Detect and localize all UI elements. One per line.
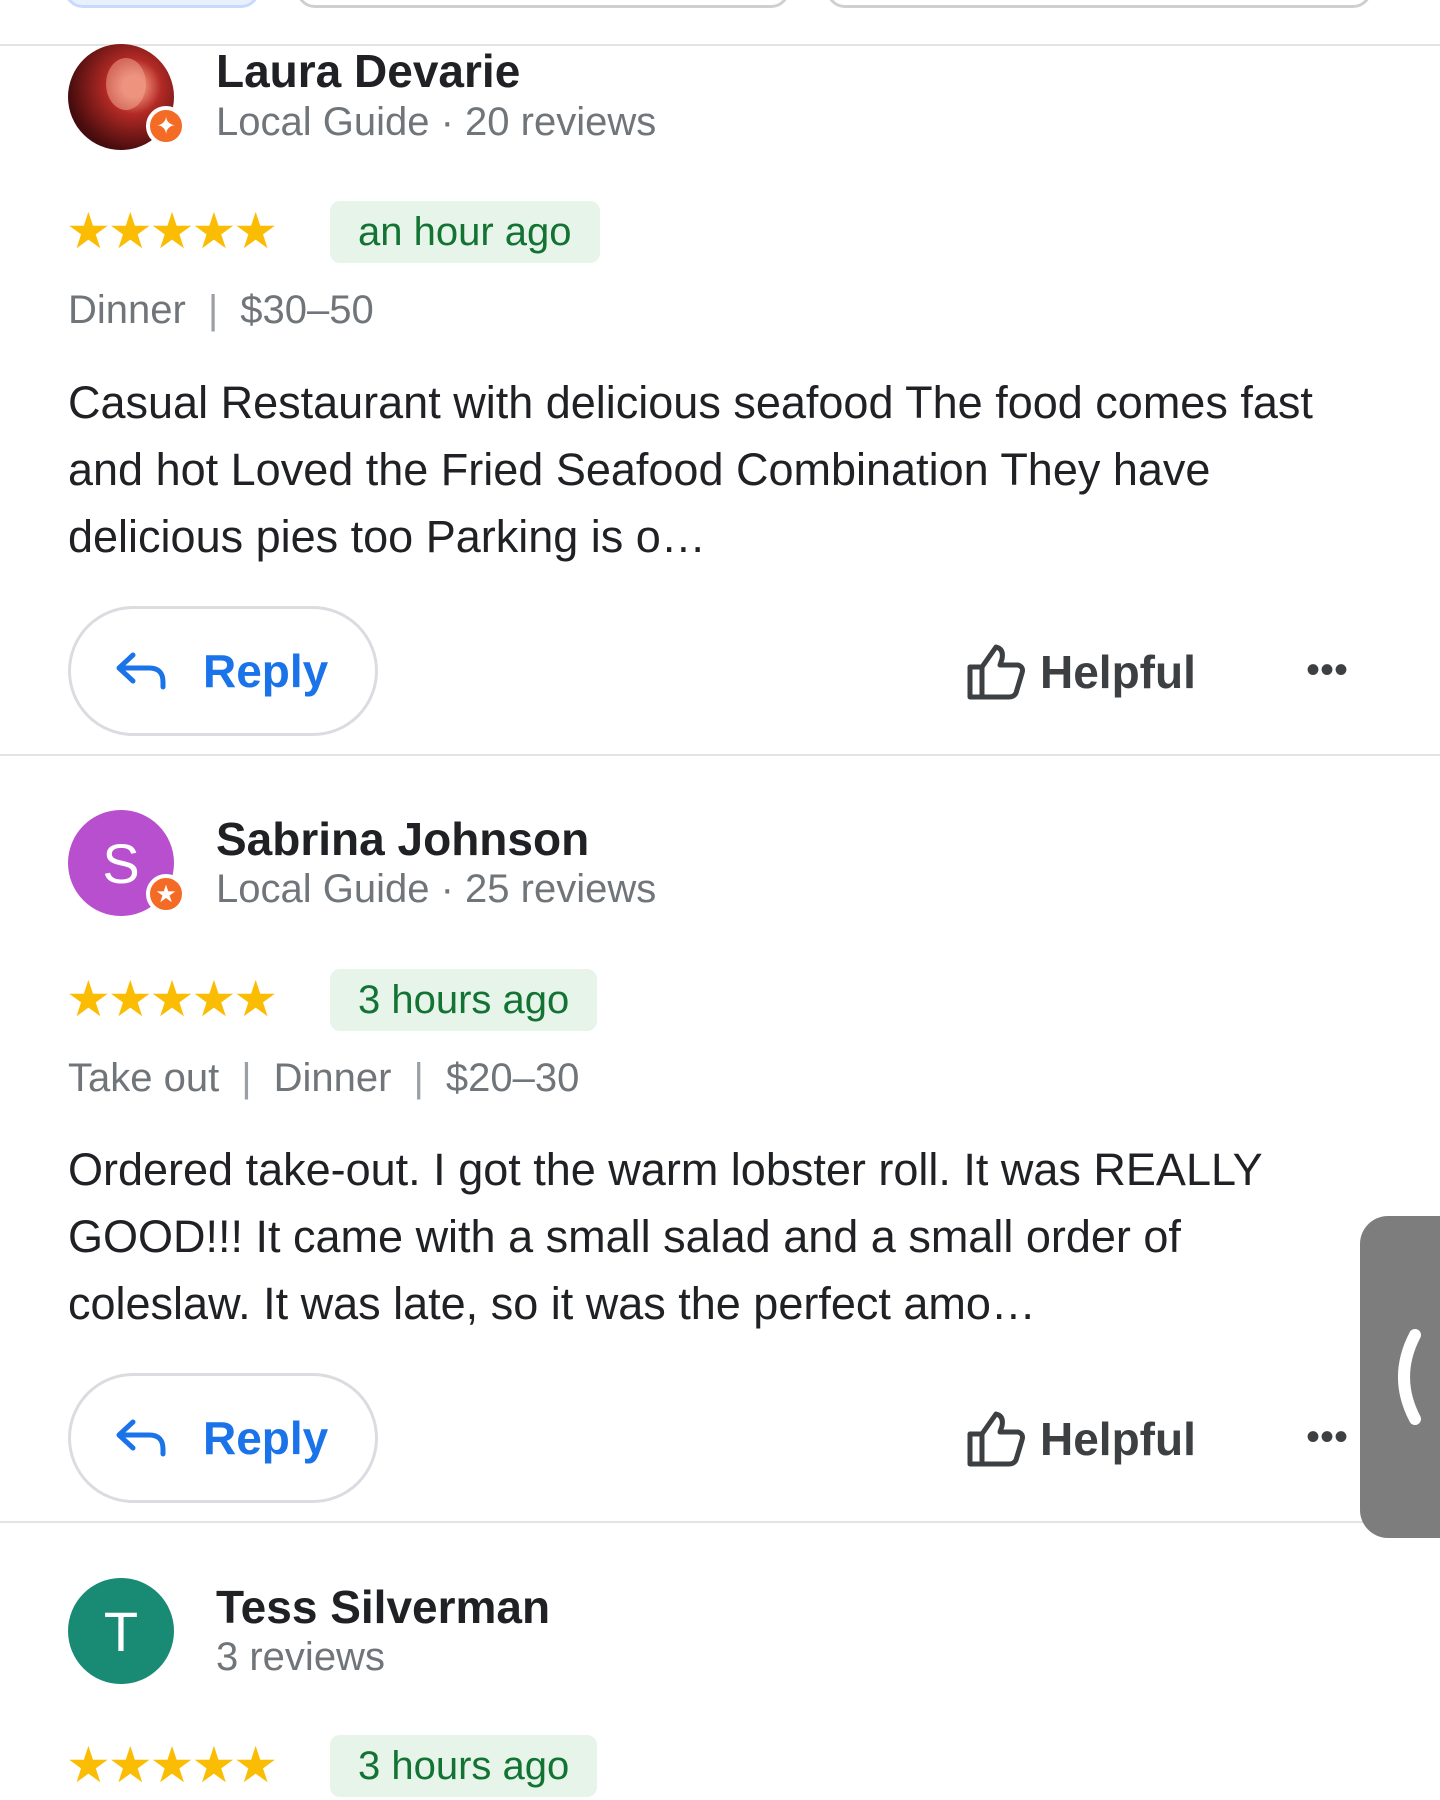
reply-label: Reply <box>203 645 329 697</box>
side-panel-handle[interactable] <box>1360 1216 1440 1538</box>
reply-button[interactable]: Reply <box>68 1373 378 1503</box>
more-options-icon[interactable]: ••• <box>1306 648 1348 693</box>
reply-button[interactable]: Reply <box>68 606 378 736</box>
tag: Dinner <box>68 288 186 332</box>
tag-separator: | <box>241 1056 252 1100</box>
filter-chip[interactable] <box>826 0 1372 8</box>
thumbs-up-icon <box>967 1411 1025 1467</box>
star-rating: ★★★★★ <box>66 971 278 1027</box>
helpful-button[interactable]: Helpful <box>966 632 1196 712</box>
helpful-label: Helpful <box>1040 1413 1196 1465</box>
tag: Dinner <box>273 1056 392 1100</box>
tag-separator: | <box>207 288 219 332</box>
helpful-label: Helpful <box>1040 646 1196 698</box>
review-tags: Take out | Dinner | $20–30 <box>68 1056 579 1101</box>
reviewer-meta: Local Guide · 25 reviews <box>216 867 657 911</box>
reviewer-name[interactable]: Sabrina Johnson <box>216 812 589 866</box>
tag: $20–30 <box>445 1056 580 1100</box>
star-rating: ★★★★★ <box>66 203 278 259</box>
avatar[interactable]: T <box>68 1578 174 1684</box>
reviewer-name[interactable]: Tess Silverman <box>216 1580 550 1634</box>
reply-arrow-icon <box>116 652 166 690</box>
reviewer-name[interactable]: Laura Devarie <box>216 44 520 98</box>
reply-arrow-icon <box>116 1419 166 1457</box>
filter-chip[interactable] <box>296 0 790 8</box>
review-divider <box>0 1521 1440 1523</box>
review-tags: Dinner | $30–50 <box>68 288 374 333</box>
tag: Take out <box>68 1056 220 1100</box>
star-rating: ★★★★★ <box>66 1737 278 1793</box>
reviewer-meta: 3 reviews <box>216 1635 385 1679</box>
time-badge: 3 hours ago <box>330 1735 598 1797</box>
filter-chip-bar <box>0 0 1440 46</box>
tag: $30–50 <box>240 288 374 332</box>
tag-separator: | <box>413 1056 424 1100</box>
more-options-icon[interactable]: ••• <box>1306 1415 1348 1460</box>
review-text[interactable]: Ordered take-out. I got the warm lobster… <box>68 1136 1368 1337</box>
local-guide-star-icon: ✦ <box>146 106 186 146</box>
reviewer-meta: Local Guide · 20 reviews <box>216 100 657 144</box>
helpful-button[interactable]: Helpful <box>966 1399 1196 1479</box>
chevron-left-icon <box>1398 1329 1421 1425</box>
thumbs-up-icon <box>967 644 1025 700</box>
review-text[interactable]: Casual Restaurant with delicious seafood… <box>68 369 1368 570</box>
time-badge: an hour ago <box>330 201 600 263</box>
reply-label: Reply <box>203 1412 329 1464</box>
time-badge: 3 hours ago <box>330 969 598 1031</box>
review-divider <box>0 754 1440 756</box>
local-guide-star-icon: ★ <box>146 874 186 914</box>
filter-chip[interactable] <box>64 0 260 8</box>
